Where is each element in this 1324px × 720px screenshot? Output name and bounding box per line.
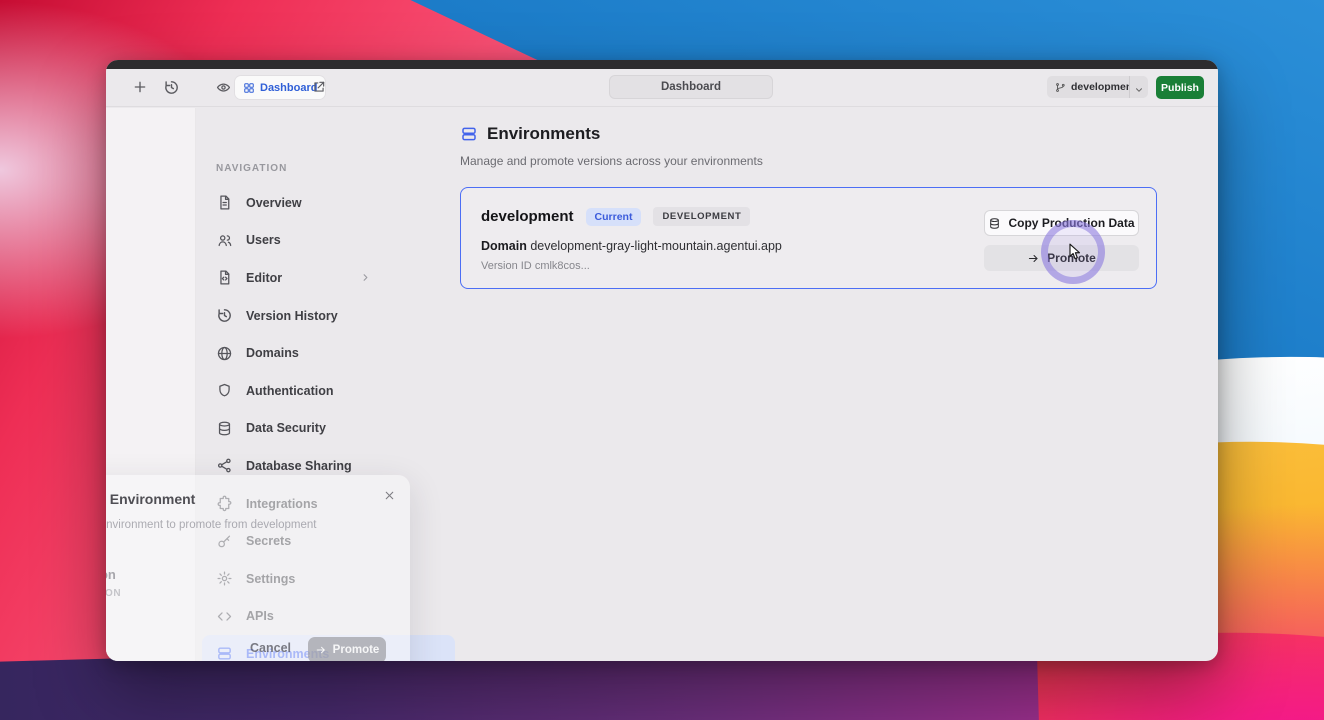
- environment-selector-chevron[interactable]: [1129, 76, 1148, 98]
- sidebar-item-label: Authentication: [246, 383, 334, 398]
- plus-icon[interactable]: [132, 79, 148, 95]
- toolbar: Dashboard Dashboard development Publish: [106, 69, 1218, 107]
- domain-row: Domain development-gray-light-mountain.a…: [481, 239, 782, 253]
- page-title-pill: Dashboard: [609, 75, 773, 99]
- sidebar-item-label: Database Sharing: [246, 458, 352, 473]
- sidebar-item-version-history[interactable]: Version History: [202, 297, 455, 335]
- modal-cancel-button[interactable]: Cancel: [250, 641, 291, 655]
- modal-title: Promote to Environment: [106, 491, 196, 507]
- chevron-right-icon: [360, 272, 371, 283]
- environment-card: development Current DEVELOPMENT Domain d…: [460, 187, 1157, 289]
- promote-button[interactable]: Promote: [984, 245, 1139, 271]
- sidebar-item-label: Editor: [246, 270, 283, 285]
- chevron-down-icon: [1134, 82, 1144, 92]
- copy-production-data-label: Copy Production Data: [1008, 216, 1135, 230]
- modal-description: Select target environment to promote fro…: [106, 519, 317, 531]
- share-icon: [216, 457, 233, 474]
- sidebar-item-domains[interactable]: Domains: [202, 334, 455, 372]
- sidebar-item-data-security[interactable]: Data Security: [202, 410, 455, 448]
- layers-icon: [460, 125, 478, 143]
- page-header: Environments: [460, 124, 600, 144]
- environment-type-badge: DEVELOPMENT: [653, 207, 751, 226]
- page-title: Environments: [487, 124, 601, 143]
- promote-modal: Promote to Environment Select target env…: [106, 475, 410, 661]
- version-row: Version ID cmlk8cos...: [481, 260, 590, 272]
- modal-option-production[interactable]: production: [106, 567, 116, 582]
- shield-icon: [216, 382, 233, 399]
- history-icon: [216, 307, 233, 324]
- close-icon[interactable]: [383, 489, 396, 502]
- globe-icon: [216, 345, 233, 362]
- branch-icon: [1055, 82, 1066, 93]
- app-window: Dashboard Dashboard development Publish …: [106, 60, 1218, 661]
- publish-button[interactable]: Publish: [1156, 76, 1204, 99]
- sidebar-item-editor[interactable]: Editor: [202, 259, 455, 297]
- sidebar-item-label: Data Security: [246, 421, 326, 436]
- file-code-icon: [216, 269, 233, 286]
- sidebar-item-label: Domains: [246, 346, 299, 361]
- copy-production-data-button[interactable]: Copy Production Data: [984, 210, 1139, 236]
- grid-icon: [243, 82, 255, 94]
- sidebar-item-users[interactable]: Users: [202, 222, 455, 260]
- database-icon: [988, 217, 1001, 230]
- database-icon: [216, 420, 233, 437]
- tab-dashboard-label: Dashboard: [260, 81, 318, 94]
- version-value: cmlk8cos...: [534, 260, 590, 272]
- history-icon[interactable]: [163, 79, 180, 96]
- domain-value: development-gray-light-mountain.agentui.…: [530, 239, 782, 253]
- environment-selector-label: development: [1071, 81, 1136, 93]
- environment-card-header: development Current DEVELOPMENT: [481, 207, 751, 226]
- modal-promote-label: Promote: [332, 644, 380, 656]
- page-subtitle: Manage and promote versions across your …: [460, 154, 763, 168]
- sidebar-item-authentication[interactable]: Authentication: [202, 372, 455, 410]
- window-titlebar: [106, 60, 1218, 69]
- sidebar-item-overview[interactable]: Overview: [202, 184, 455, 222]
- arrow-right-icon: [1027, 252, 1040, 265]
- sidebar-item-label: Users: [246, 233, 281, 248]
- arrow-right-icon: [315, 644, 327, 656]
- eye-icon[interactable]: [216, 80, 231, 95]
- modal-promote-button[interactable]: Promote: [308, 637, 386, 661]
- domain-label: Domain: [481, 239, 527, 253]
- current-badge: Current: [585, 207, 642, 226]
- file-icon: [216, 194, 233, 211]
- modal-option-production-badge: PRODUCTION: [106, 588, 122, 599]
- sidebar-section-label: NAVIGATION: [216, 163, 288, 174]
- users-icon: [216, 232, 233, 249]
- environment-name: development: [481, 208, 574, 225]
- version-label: Version ID: [481, 260, 532, 272]
- promote-button-label: Promote: [1047, 251, 1096, 265]
- external-link-icon[interactable]: [312, 80, 326, 94]
- sidebar-item-label: Version History: [246, 308, 338, 323]
- sidebar-item-label: Overview: [246, 195, 302, 210]
- desktop: Dashboard Dashboard development Publish …: [0, 0, 1324, 720]
